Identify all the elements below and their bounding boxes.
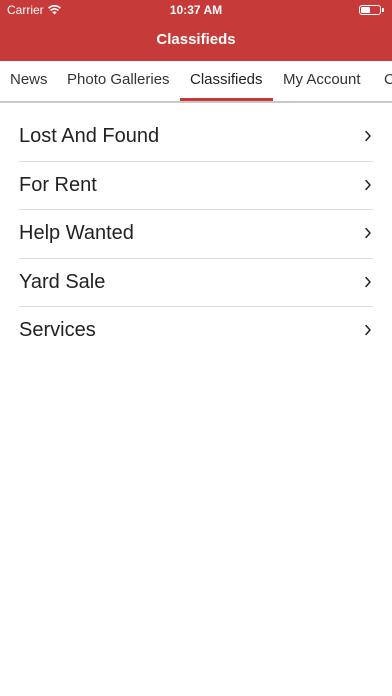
- list-item-help-wanted[interactable]: Help Wanted: [19, 210, 373, 259]
- chevron-right-icon: [365, 324, 371, 336]
- tab-classifieds[interactable]: Classifieds: [190, 61, 263, 101]
- tab-my-account[interactable]: My Account: [283, 61, 361, 101]
- battery-icon: [359, 5, 381, 15]
- list-item-label: Lost And Found: [19, 125, 160, 147]
- page-title: Classifieds: [156, 31, 236, 48]
- status-bar: Carrier 10:37 AM: [0, 0, 392, 20]
- list-item-yard-sale[interactable]: Yard Sale: [19, 259, 373, 307]
- battery-tip: [382, 8, 384, 12]
- status-time: 10:37 AM: [169, 3, 223, 17]
- chevron-right-icon: [365, 179, 371, 190]
- list-item-services[interactable]: Services: [19, 307, 373, 356]
- active-tab-indicator: [180, 98, 273, 101]
- chevron-right-icon: [365, 276, 371, 287]
- tab-overflow[interactable]: C: [384, 61, 392, 101]
- tab-photo-galleries[interactable]: Photo Galleries: [67, 61, 170, 101]
- app-header: Carrier 10:37 AM Classifieds: [0, 0, 392, 61]
- list-item-label: Help Wanted: [19, 222, 134, 244]
- classifieds-list: Lost And Found For Rent Help Wanted Yard…: [19, 113, 373, 356]
- list-item-label: Yard Sale: [19, 270, 106, 293]
- chevron-right-icon: [365, 227, 371, 239]
- list-item-label: Services: [19, 319, 96, 341]
- list-item-label: For Rent: [19, 173, 97, 196]
- list-item-lost-and-found[interactable]: Lost And Found: [19, 113, 373, 162]
- tab-bar: News Photo Galleries Classifieds My Acco…: [0, 61, 392, 103]
- tab-news[interactable]: News: [10, 61, 48, 101]
- chevron-right-icon: [365, 130, 371, 142]
- list-item-for-rent[interactable]: For Rent: [19, 162, 373, 210]
